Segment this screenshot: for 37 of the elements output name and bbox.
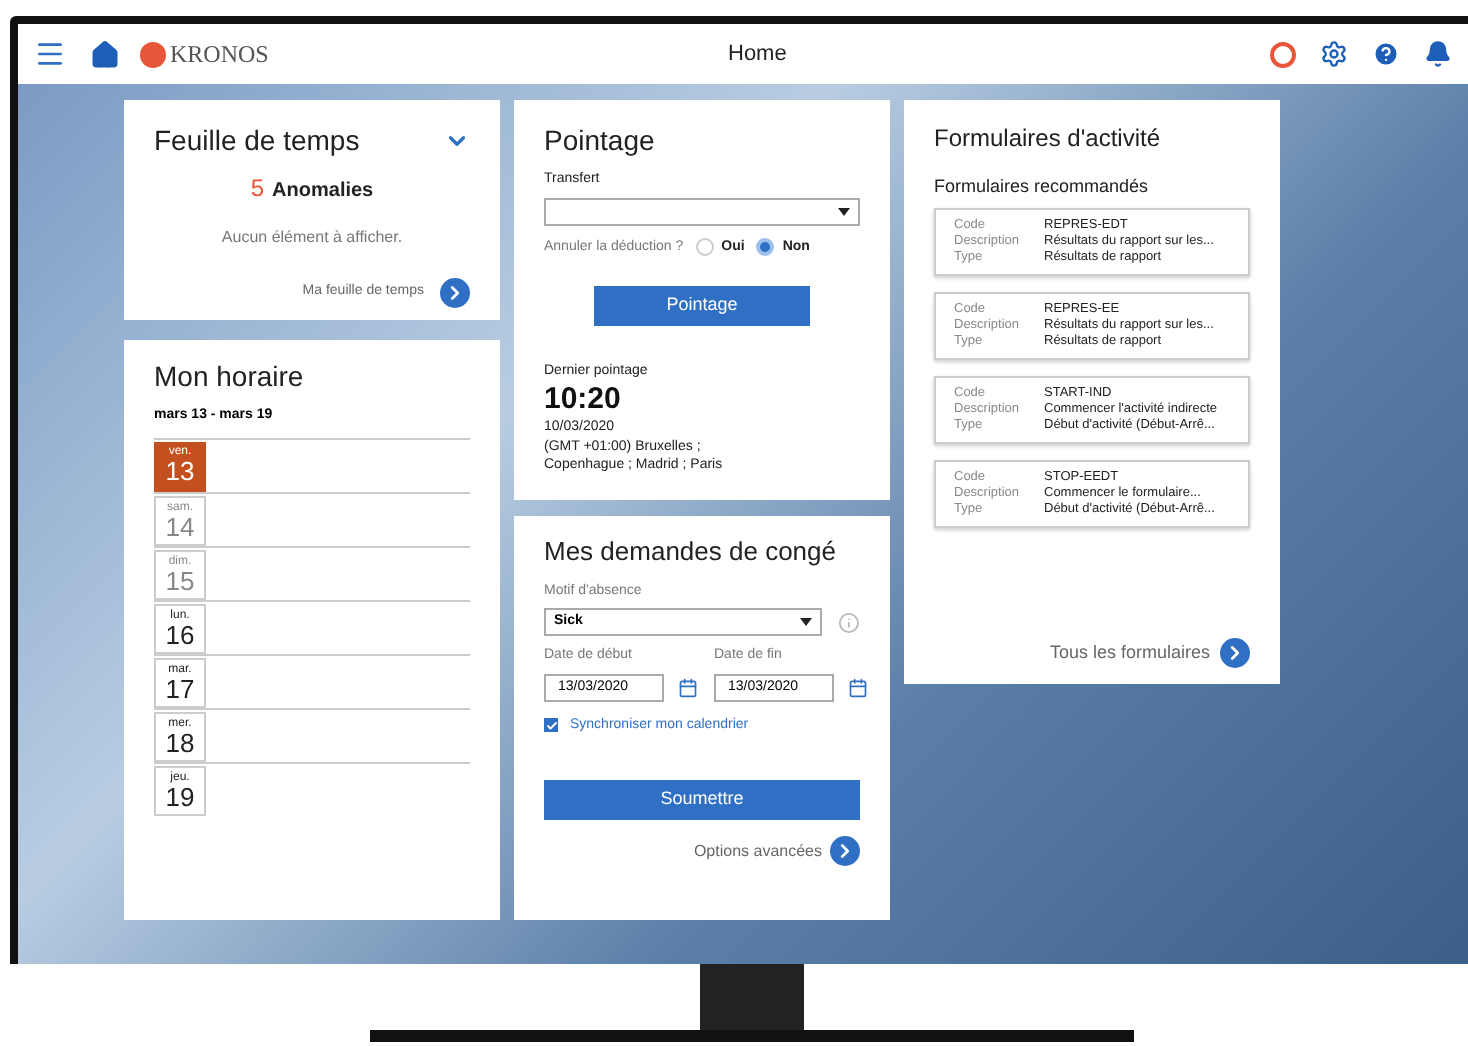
calendar-icon[interactable]: [678, 677, 698, 697]
dropdown-caret-icon: [838, 207, 850, 215]
card-title: Formulaires d'activité: [934, 122, 1162, 156]
card-title: Mes demandes de congé: [544, 534, 838, 570]
day-number: 16: [165, 621, 195, 647]
anomaly-count: 5: [250, 172, 265, 206]
card-title: Feuille de temps: [154, 122, 360, 160]
dropdown-caret-icon: [800, 618, 813, 626]
arrow-right-icon: [440, 278, 470, 308]
logo-icon: [140, 41, 166, 67]
last-punch-time: 10:20: [544, 383, 623, 413]
monitor-stand: [700, 964, 804, 1030]
day-number: 15: [165, 567, 195, 593]
page-title: Home: [728, 39, 787, 70]
empty-message: Aucun élément à afficher.: [219, 226, 405, 250]
submit-button[interactable]: Soumettre: [544, 780, 860, 820]
menu-icon[interactable]: [34, 38, 66, 70]
all-forms-link[interactable]: Tous les formulaires: [1049, 639, 1210, 667]
advanced-options-link[interactable]: Options avancées: [693, 839, 822, 863]
punch-button[interactable]: Pointage: [594, 286, 810, 326]
logo-text: KRONOS: [170, 38, 269, 72]
arrow-right-icon: [1220, 638, 1250, 668]
day-number: 13: [165, 457, 195, 483]
home-icon[interactable]: [90, 39, 120, 69]
settings-icon[interactable]: [1320, 40, 1348, 68]
card-title: Pointage: [544, 122, 657, 160]
day-number: 18: [165, 729, 195, 755]
arrow-right-icon: [830, 836, 860, 866]
help-icon[interactable]: [1372, 40, 1400, 68]
day-number: 19: [165, 783, 195, 809]
calendar-icon[interactable]: [848, 677, 868, 697]
day-number: 17: [165, 675, 195, 701]
bell-icon[interactable]: [1424, 40, 1452, 68]
anomaly-label: Anomalies: [272, 178, 374, 206]
card-title: Mon horaire: [154, 358, 306, 396]
section-subtitle: Formulaires recommandés: [934, 174, 1151, 200]
day-number: 14: [165, 513, 195, 539]
